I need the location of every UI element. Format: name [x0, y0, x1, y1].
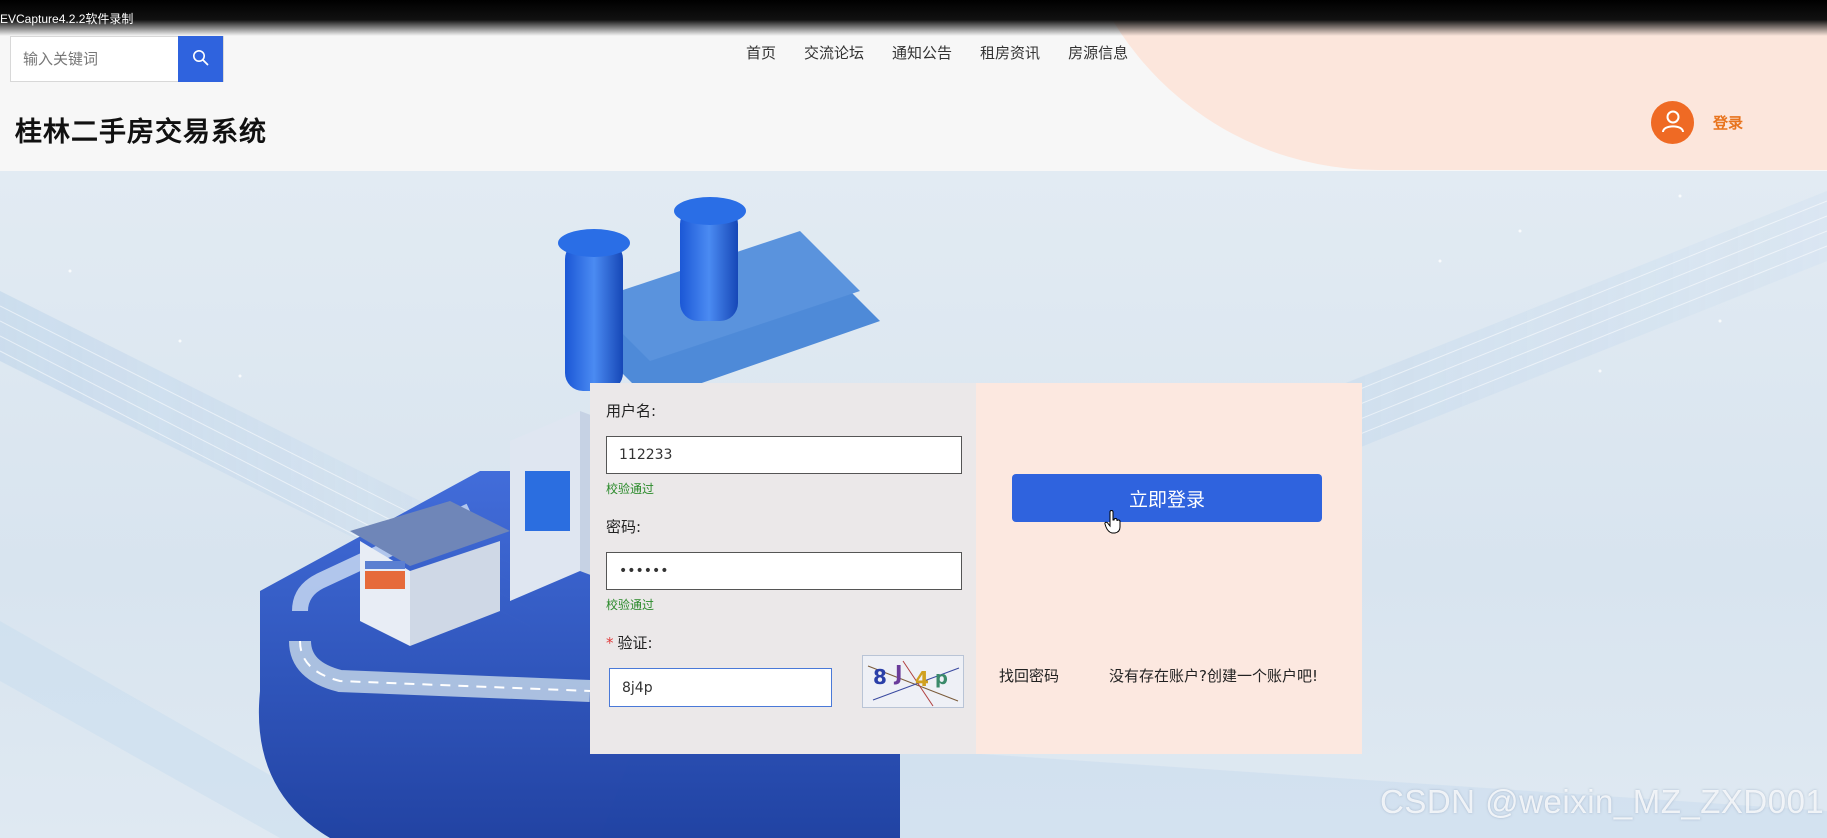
avatar[interactable]	[1651, 101, 1694, 144]
captcha-image[interactable]: 8 J 4 p	[862, 655, 964, 708]
captcha-char-3: 4	[915, 667, 929, 691]
main-nav: 首页 交流论坛 通知公告 租房资讯 房源信息	[746, 42, 1142, 63]
captcha-field[interactable]: 8j4p	[609, 668, 832, 707]
nav-item-listings[interactable]: 房源信息	[1054, 42, 1142, 63]
required-mark: *	[606, 634, 614, 652]
captcha-value: 8j4p	[622, 679, 653, 696]
nav-item-notices[interactable]: 通知公告	[878, 42, 966, 63]
nav-item-forum[interactable]: 交流论坛	[790, 42, 878, 63]
login-panel: 用户名: 112233 校验通过 密码: •••••• 校验通过 * 验证: 8j…	[590, 383, 1362, 754]
search-input[interactable]	[11, 37, 178, 81]
password-field[interactable]: ••••••	[606, 552, 962, 590]
username-value: 112233	[619, 447, 673, 463]
header-login-link[interactable]: 登录	[1713, 112, 1743, 133]
search-box	[10, 36, 224, 82]
recover-password-link[interactable]: 找回密码	[999, 665, 1059, 686]
captcha-label-row: * 验证:	[606, 632, 653, 653]
watermark: CSDN @weixin_MZ_ZXD001	[1380, 783, 1825, 820]
password-label: 密码:	[606, 518, 642, 536]
username-label: 用户名:	[606, 402, 657, 420]
hand-cursor-icon	[1104, 509, 1122, 538]
submit-login-button[interactable]: 立即登录	[1012, 474, 1322, 522]
register-link[interactable]: 没有存在账户?创建一个账户吧!	[1109, 665, 1318, 686]
search-button[interactable]	[178, 36, 223, 82]
nav-item-rental-news[interactable]: 租房资讯	[966, 42, 1054, 63]
search-icon	[192, 49, 209, 70]
login-actions: 立即登录 找回密码 没有存在账户?创建一个账户吧!	[976, 383, 1362, 754]
recorder-label: EVCapture4.2.2软件录制	[0, 12, 134, 26]
password-status: 校验通过	[606, 598, 655, 612]
captcha-label: 验证:	[617, 634, 653, 652]
nav-item-home[interactable]: 首页	[746, 42, 790, 63]
recorder-overlay: EVCapture4.2.2软件录制	[0, 0, 1827, 36]
captcha-char-4: p	[935, 668, 948, 689]
captcha-char-2: J	[893, 661, 902, 685]
password-value: ••••••	[619, 563, 669, 579]
username-status: 校验通过	[606, 482, 655, 496]
captcha-char-1: 8	[873, 665, 887, 689]
login-form: 用户名: 112233 校验通过 密码: •••••• 校验通过 * 验证: 8j…	[590, 383, 976, 754]
site-title: 桂林二手房交易系统	[15, 117, 267, 148]
user-area: 登录	[1651, 101, 1743, 144]
username-field[interactable]: 112233	[606, 436, 962, 474]
user-icon	[1660, 108, 1686, 138]
